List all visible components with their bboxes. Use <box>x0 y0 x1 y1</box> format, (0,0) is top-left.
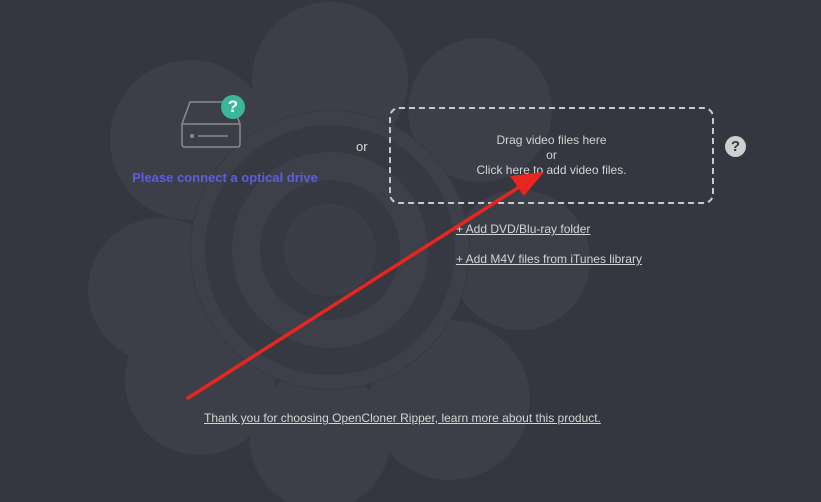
add-m4v-itunes-link[interactable]: + Add M4V files from iTunes library <box>456 252 642 266</box>
add-video-drop-zone[interactable]: Drag video files here or Click here to a… <box>389 107 714 204</box>
or-separator: or <box>356 139 368 154</box>
add-dvd-folder-link[interactable]: + Add DVD/Blu-ray folder <box>456 222 590 236</box>
background-logo-watermark <box>88 2 590 502</box>
learn-more-footer-link[interactable]: Thank you for choosing OpenCloner Ripper… <box>204 411 601 425</box>
drop-zone-help-icon[interactable]: ? <box>725 136 746 157</box>
drive-help-icon[interactable]: ? <box>221 95 245 119</box>
drop-zone-line-or: or <box>546 148 557 162</box>
connect-drive-label: Please connect a optical drive <box>132 170 318 185</box>
drop-zone-line-click: Click here to add video files. <box>476 163 627 177</box>
main-window: ? Please connect a optical drive or Drag… <box>0 0 821 502</box>
drop-zone-line-drag: Drag video files here <box>496 133 607 147</box>
